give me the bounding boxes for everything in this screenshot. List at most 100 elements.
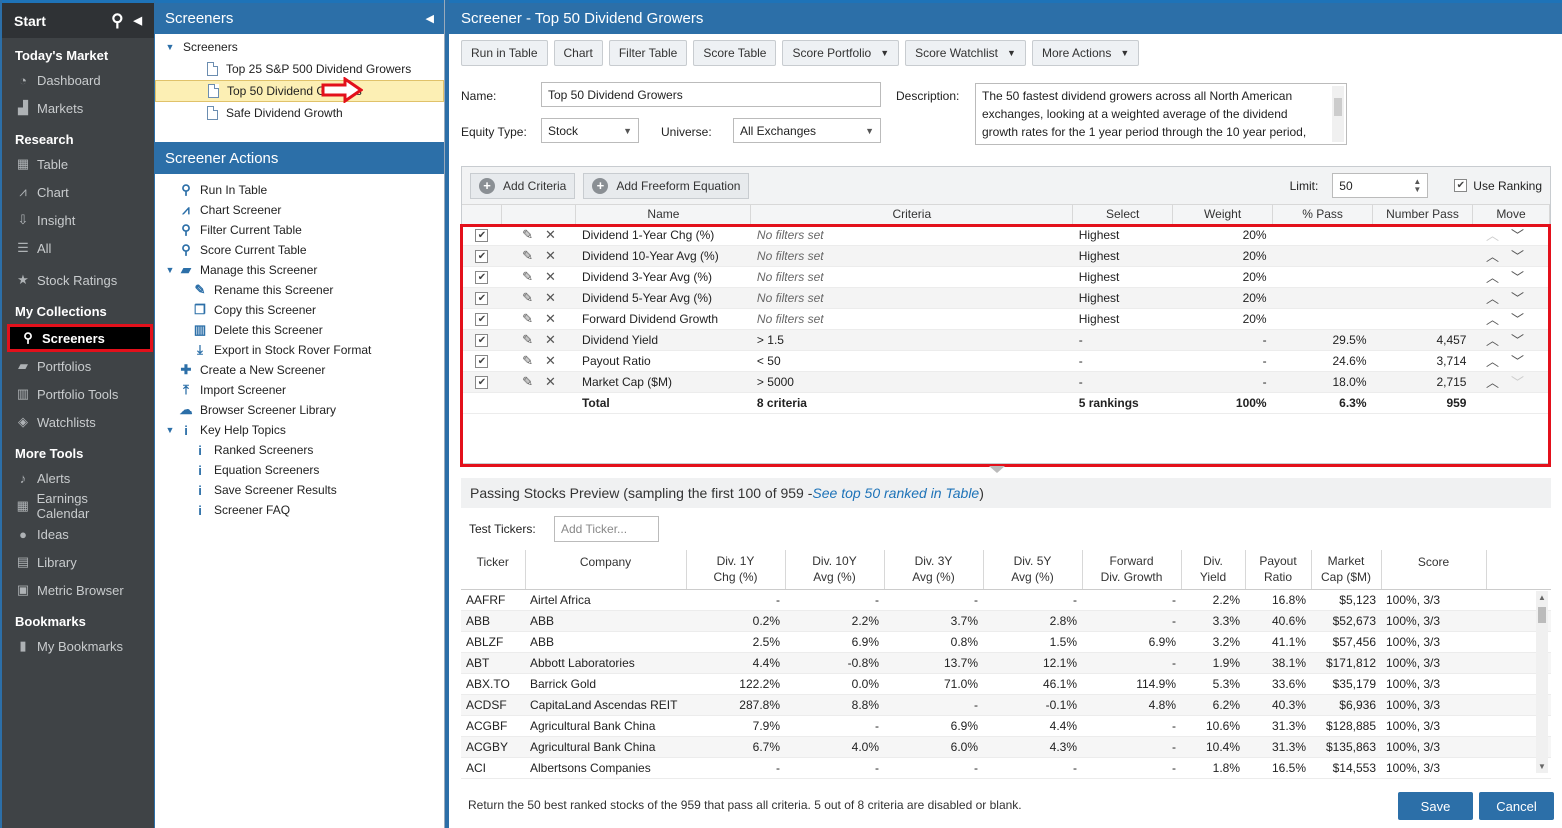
preview-column-header[interactable]: Div. 1Y Chg (%) [686, 550, 786, 590]
preview-scrollbar[interactable]: ▲ ▼ [1536, 591, 1548, 773]
enabled-checkbox[interactable]: ✔ [475, 250, 489, 263]
edit-icon[interactable]: ✎ [522, 311, 533, 326]
nav-item-library[interactable]: ▤ Library [2, 548, 154, 576]
preview-column-header[interactable]: Score [1381, 550, 1487, 590]
action-export-in-stock-rover-format[interactable]: ⤓ Export in Stock Rover Format [155, 340, 444, 360]
criteria-weight[interactable]: 20% [1172, 245, 1273, 267]
criteria-select[interactable]: Highest [1072, 224, 1173, 246]
more-actions-button[interactable]: More Actions ▼ [1031, 40, 1140, 66]
score-table-button[interactable]: Score Table [693, 40, 777, 66]
run-in-table-button[interactable]: Run in Table [461, 40, 548, 66]
criteria-name[interactable]: Dividend Yield [575, 329, 751, 351]
edit-icon[interactable]: ✎ [522, 248, 533, 263]
criteria-weight[interactable]: 20% [1172, 224, 1273, 246]
enabled-checkbox[interactable]: ✔ [475, 334, 489, 347]
criteria-weight[interactable]: 20% [1172, 308, 1273, 330]
move-up-icon[interactable]: ︿ [1486, 375, 1511, 390]
description-scroll-thumb[interactable] [1334, 98, 1342, 116]
criteria-weight[interactable]: - [1172, 350, 1273, 372]
action-browser-screener-library[interactable]: ☁ Browser Screener Library [155, 400, 444, 420]
criteria-select[interactable]: Highest [1072, 266, 1173, 288]
criteria-filter[interactable]: > 1.5 [750, 329, 1073, 351]
criteria-filter[interactable]: No filters set [750, 308, 1073, 330]
expand-triangle-icon[interactable]: ▼ [163, 265, 177, 275]
preview-row[interactable]: ACDSF CapitaLand Ascendas REIT 287.8% 8.8% -… [461, 694, 1551, 716]
add-criteria-button[interactable]: + Add Criteria [470, 172, 576, 199]
use-ranking-checkbox[interactable]: ✔ [1454, 179, 1468, 192]
edit-icon[interactable]: ✎ [522, 269, 533, 284]
criteria-name[interactable]: Dividend 3-Year Avg (%) [575, 266, 751, 288]
preview-column-header[interactable]: Forward Div. Growth [1082, 550, 1182, 590]
edit-icon[interactable]: ✎ [522, 290, 533, 305]
criteria-column-header[interactable]: Criteria [750, 205, 1074, 225]
delete-x-icon[interactable]: ✕ [545, 227, 556, 242]
nav-item-alerts[interactable]: ♪ Alerts [2, 464, 154, 492]
nav-item-portfolios[interactable]: ▰ Portfolios [2, 352, 154, 380]
nav-item-dashboard[interactable]: ◔ Dashboard [2, 66, 154, 94]
action-run-in-table[interactable]: ⚲ Run In Table [155, 180, 444, 200]
nav-item-watchlists[interactable]: ◈ Watchlists [2, 408, 154, 436]
preview-column-header[interactable]: Div. Yield [1181, 550, 1246, 590]
nav-item-table[interactable]: ▦ Table [2, 150, 154, 178]
collapse-panel-icon[interactable]: ◀ [426, 12, 434, 25]
criteria-weight[interactable]: - [1172, 371, 1273, 393]
criteria-name[interactable]: Market Cap ($M) [575, 371, 751, 393]
preview-row[interactable]: ABLZF ABB 2.5% 6.9% 0.8% 1.5% 6.9% 3.2% 41.1% $57… [461, 631, 1551, 653]
preview-column-header[interactable]: Market Cap ($M) [1311, 550, 1382, 590]
tree-item-screener[interactable]: Top 25 S&P 500 Dividend Growers [155, 58, 444, 80]
criteria-name[interactable]: Dividend 1-Year Chg (%) [575, 224, 751, 246]
nav-item-markets[interactable]: ▟ Markets [2, 94, 154, 122]
action-manage-this-screener[interactable]: ▼ ▰ Manage this Screener [155, 260, 444, 280]
move-down-icon[interactable]: ﹀ [1511, 312, 1536, 327]
criteria-filter[interactable]: < 50 [750, 350, 1073, 372]
criteria-name[interactable]: Dividend 5-Year Avg (%) [575, 287, 751, 309]
nav-item-chart[interactable]: ⩘ Chart [2, 178, 154, 206]
preview-row[interactable]: ACI Albertsons Companies - - - - -1.8% 16.5% $14… [461, 757, 1551, 779]
tree-item-screener[interactable]: Top 50 Dividend Growers [155, 80, 444, 102]
enabled-checkbox[interactable]: ✔ [475, 271, 489, 284]
nav-item-metric-browser[interactable]: ▣ Metric Browser [2, 576, 154, 604]
nav-item-all[interactable]: ☰ All [2, 234, 154, 262]
action-key-help-topics[interactable]: ▼ i Key Help Topics [155, 420, 444, 440]
enabled-checkbox[interactable]: ✔ [475, 376, 489, 389]
move-down-icon[interactable]: ﹀ [1511, 333, 1536, 348]
preview-row[interactable]: AAFRF Airtel Africa - - - - -2.2% 16.8% $5,123 10… [461, 589, 1551, 611]
splitter-handle-icon[interactable] [989, 466, 1005, 473]
preview-row[interactable]: ACGBF Agricultural Bank China 7.9% -6.9% 4.4… [461, 715, 1551, 737]
expand-triangle-icon[interactable]: ▼ [163, 42, 177, 52]
nav-item-my-bookmarks[interactable]: ▮ My Bookmarks [2, 632, 154, 660]
move-up-icon[interactable]: ︿ [1486, 354, 1511, 369]
preview-scroll-thumb[interactable] [1538, 607, 1546, 623]
action-rename-this-screener[interactable]: ✎ Rename this Screener [155, 280, 444, 300]
enabled-checkbox[interactable]: ✔ [475, 355, 489, 368]
enabled-checkbox[interactable]: ✔ [475, 229, 489, 242]
cancel-button[interactable]: Cancel [1479, 792, 1554, 820]
filter-table-button[interactable]: Filter Table [608, 40, 688, 66]
delete-x-icon[interactable]: ✕ [545, 374, 556, 389]
delete-x-icon[interactable]: ✕ [545, 332, 556, 347]
tree-root[interactable]: ▼ Screeners [155, 36, 444, 58]
collapse-left-icon[interactable]: ◀ [134, 14, 142, 27]
criteria-name[interactable]: Dividend 10-Year Avg (%) [575, 245, 751, 267]
equity-type-select[interactable]: Stock ▼ [541, 118, 639, 143]
delete-x-icon[interactable]: ✕ [545, 311, 556, 326]
criteria-filter[interactable]: No filters set [750, 224, 1073, 246]
edit-icon[interactable]: ✎ [522, 374, 533, 389]
move-down-icon[interactable]: ﹀ [1511, 228, 1536, 243]
move-down-icon[interactable]: ﹀ [1511, 354, 1536, 369]
criteria-weight[interactable]: - [1172, 329, 1273, 351]
criteria-column-header[interactable]: Number Pass [1372, 205, 1473, 225]
criteria-column-header[interactable]: Move [1472, 205, 1551, 225]
action-import-screener[interactable]: ⤒ Import Screener [155, 380, 444, 400]
see-ranked-link[interactable]: See top 50 ranked in Table [812, 485, 979, 501]
preview-column-header[interactable]: Company [525, 550, 687, 590]
move-down-icon[interactable]: ﹀ [1511, 249, 1536, 264]
move-up-icon[interactable]: ︿ [1486, 333, 1511, 348]
criteria-name[interactable]: Payout Ratio [575, 350, 751, 372]
name-input[interactable]: Top 50 Dividend Growers [541, 82, 881, 107]
criteria-filter[interactable]: No filters set [750, 266, 1073, 288]
edit-icon[interactable]: ✎ [522, 332, 533, 347]
action-create-a-new-screener[interactable]: ✚ Create a New Screener [155, 360, 444, 380]
move-up-icon[interactable]: ︿ [1486, 270, 1511, 285]
move-up-icon[interactable]: ︿ [1486, 291, 1511, 306]
